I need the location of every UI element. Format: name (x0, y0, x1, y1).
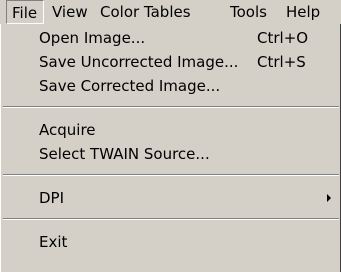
menu-item-select-twain-source[interactable]: Select TWAIN Source... (1, 142, 341, 166)
menu-item-acquire[interactable]: Acquire (1, 118, 341, 142)
menu-item-save-corrected-image[interactable]: Save Corrected Image... (1, 74, 341, 98)
menu-item-label: Select TWAIN Source... (39, 145, 210, 163)
menu-item-exit[interactable]: Exit (1, 230, 341, 254)
file-dropdown-menu: Open Image... Ctrl+O Save Uncorrected Im… (0, 24, 341, 272)
submenu-arrow-icon (327, 194, 331, 202)
menu-help[interactable]: Help (286, 0, 320, 24)
menu-item-label: Exit (39, 233, 68, 251)
menu-item-label: Save Corrected Image... (39, 77, 221, 95)
menu-view[interactable]: View (52, 0, 88, 24)
menu-item-label: DPI (39, 189, 65, 207)
menu-item-label: Open Image... (39, 29, 146, 47)
menu-item-open-image[interactable]: Open Image... Ctrl+O (1, 26, 341, 50)
menu-separator (3, 174, 339, 176)
menu-item-label: Acquire (39, 121, 96, 139)
menu-item-save-uncorrected-image[interactable]: Save Uncorrected Image... Ctrl+S (1, 50, 341, 74)
menu-item-dpi[interactable]: DPI (1, 186, 341, 210)
menu-separator (3, 218, 339, 220)
menu-file[interactable]: File (6, 0, 44, 24)
menu-item-shortcut: Ctrl+O (257, 29, 309, 47)
menu-item-shortcut: Ctrl+S (257, 53, 306, 71)
menu-tools[interactable]: Tools (230, 0, 267, 24)
menu-item-label: Save Uncorrected Image... (39, 53, 239, 71)
menu-color-tables[interactable]: Color Tables (100, 0, 191, 24)
menu-separator (3, 106, 339, 108)
menu-bar: File View Color Tables Tools Help (0, 0, 341, 24)
